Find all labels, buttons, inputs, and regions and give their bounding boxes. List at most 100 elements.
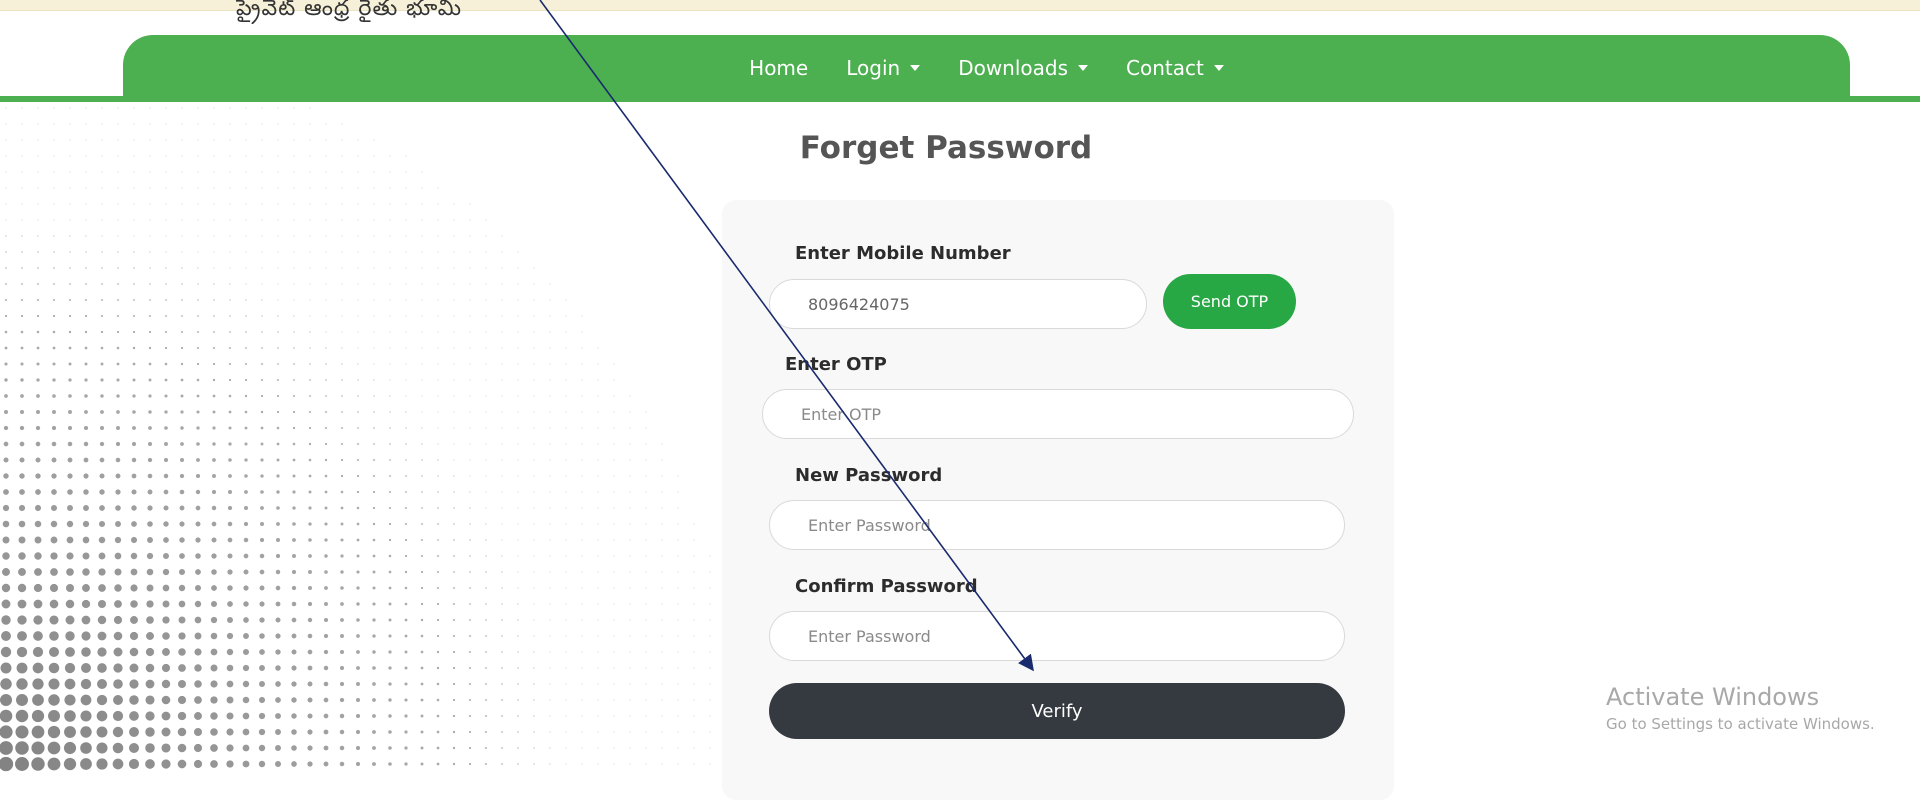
halftone-dot [181,267,183,269]
halftone-dot [549,299,551,301]
halftone-dot [148,378,152,382]
halftone-dot [197,299,199,301]
halftone-dot [453,251,455,253]
halftone-dot [276,410,280,414]
halftone-dot [356,682,360,686]
halftone-dot [245,299,247,301]
halftone-dot [549,683,551,685]
halftone-dot [485,331,487,333]
halftone-dot [517,667,519,669]
halftone-dot [357,171,359,173]
halftone-dot [213,299,215,301]
halftone-dot [629,571,631,573]
halftone-dot [162,600,170,608]
halftone-dot [307,681,313,687]
mobile-number-input[interactable] [769,279,1147,329]
halftone-dot [356,538,360,542]
halftone-dot [163,457,169,463]
halftone-dot [437,251,439,253]
halftone-dot [453,315,455,317]
halftone-dot [48,662,60,674]
halftone-dot [565,395,567,397]
halftone-dot [21,203,23,205]
halftone-dot [469,203,471,205]
halftone-dot [275,569,281,575]
halftone-dot [277,283,279,285]
halftone-dot [133,299,135,301]
halftone-dot [5,283,7,285]
halftone-dot [177,759,187,769]
halftone-dot [645,699,647,701]
halftone-dot [372,666,376,670]
confirm-password-input[interactable] [769,611,1345,661]
halftone-dot [226,760,234,768]
halftone-dot [404,682,408,686]
halftone-dot [245,123,247,125]
halftone-dot [276,506,280,510]
halftone-dot [243,537,249,543]
halftone-dot [261,187,263,189]
halftone-dot [677,683,679,685]
send-otp-button[interactable]: Send OTP [1163,274,1296,329]
halftone-dot [177,743,187,753]
halftone-dot [50,552,58,560]
halftone-dot [85,187,87,189]
halftone-dot [372,698,376,702]
halftone-dot [693,571,695,573]
halftone-dot [613,459,615,461]
caret-down-icon [1078,64,1089,71]
halftone-dot [453,299,455,301]
halftone-dot [565,411,567,413]
halftone-dot [597,475,599,477]
halftone-dot [452,618,456,622]
verify-button[interactable]: Verify [769,683,1345,739]
otp-input[interactable] [762,389,1354,439]
halftone-dot [277,379,279,381]
halftone-dot [129,727,139,737]
halftone-dot [164,394,168,398]
halftone-dot [293,123,295,125]
halftone-dot [324,426,328,430]
halftone-dot [517,539,519,541]
new-password-input[interactable] [769,500,1345,550]
halftone-dot [629,459,631,461]
halftone-dot [229,107,231,109]
halftone-dot [645,555,647,557]
halftone-dot [453,411,455,413]
halftone-dot [197,171,199,173]
halftone-dot [35,457,41,463]
halftone-dot [613,539,615,541]
nav-contact-dropdown[interactable]: Contact [1126,56,1224,80]
halftone-dot [308,538,312,542]
halftone-dot [420,730,424,734]
nav-login-dropdown[interactable]: Login [846,56,921,80]
halftone-dot [437,491,439,493]
watermark-subtitle: Go to Settings to activate Windows. [1606,715,1875,733]
halftone-dot [67,489,73,495]
halftone-dot [149,203,151,205]
halftone-dot [260,378,264,382]
halftone-dot [389,219,391,221]
nav-home[interactable]: Home [749,56,808,80]
halftone-dot [565,459,567,461]
halftone-dot [661,443,663,445]
halftone-dot [133,187,135,189]
halftone-dot [533,443,535,445]
halftone-dot [20,362,24,366]
halftone-dot [132,346,136,350]
halftone-dot [261,283,263,285]
halftone-dot [51,489,57,495]
halftone-dot [437,267,439,269]
halftone-dot [389,283,391,285]
halftone-dot [259,537,265,543]
halftone-dot [357,235,359,237]
halftone-dot [677,699,679,701]
halftone-dot [65,631,75,641]
halftone-dot [549,427,551,429]
halftone-dot [453,363,455,365]
nav-downloads-dropdown[interactable]: Downloads [958,56,1089,80]
halftone-dot [517,699,519,701]
halftone-dot [613,715,615,717]
halftone-dot [115,521,121,527]
halftone-dot [67,457,73,463]
